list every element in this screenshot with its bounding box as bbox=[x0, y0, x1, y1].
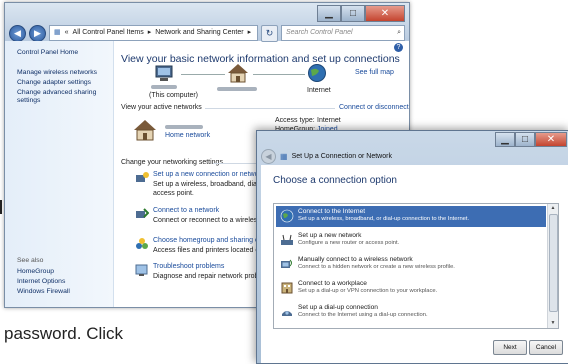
see-also-heading: See also bbox=[17, 257, 44, 264]
internet-label: Internet bbox=[307, 87, 331, 94]
left-pane: Control Panel Home Manage wireless netwo… bbox=[5, 41, 114, 307]
homegroup-link[interactable]: HomeGroup bbox=[17, 268, 54, 276]
option-title: Connect to the Internet bbox=[298, 208, 366, 215]
option-dialup[interactable]: Set up a dial-up connection Connect to th… bbox=[276, 302, 546, 323]
internet-options-link[interactable]: Internet Options bbox=[17, 278, 65, 286]
homegroup-sharing-icon bbox=[136, 238, 148, 249]
connection-options-list: Connect to the Internet Set up a wireless… bbox=[273, 203, 559, 329]
option-desc: Configure a new router or access point. bbox=[298, 240, 400, 246]
dialog-network-icon: ▦ bbox=[280, 151, 288, 161]
back-arrow-icon[interactable]: ◀ bbox=[9, 24, 26, 42]
scroll-thumb[interactable] bbox=[549, 214, 558, 312]
network-folder-icon: ▦ bbox=[54, 29, 61, 36]
troubleshoot-icon bbox=[135, 264, 148, 276]
address-bar[interactable]: ▦ « All Control Panel Items ▸ Network an… bbox=[49, 25, 258, 41]
access-type-value: Internet bbox=[317, 117, 341, 124]
search-input[interactable]: Search Control Panel ⌕ bbox=[281, 25, 405, 41]
maximize-button[interactable]: □ bbox=[341, 5, 365, 22]
dialog-maximize-button[interactable]: □ bbox=[515, 132, 535, 147]
window-frame: ▁ □ ✕ ◀ ▶ ▦ « All Control Panel Items ▸ … bbox=[5, 3, 409, 42]
new-connection-icon bbox=[136, 172, 149, 182]
setup-connection-dialog: ▁ □ ✕ ◀ ▦ Set Up a Connection or Network… bbox=[256, 130, 568, 364]
windows-firewall-link[interactable]: Windows Firewall bbox=[17, 288, 70, 296]
access-type-label: Access type: bbox=[275, 117, 315, 124]
see-full-map-link[interactable]: See full map bbox=[355, 69, 394, 77]
connect-disconnect-link[interactable]: Connect or disconnect bbox=[339, 104, 409, 112]
control-panel-home-link[interactable]: Control Panel Home bbox=[17, 49, 78, 57]
network-house-icon bbox=[228, 64, 248, 83]
page-text-line: password. Click bbox=[4, 324, 124, 343]
option-title: Connect to a workplace bbox=[298, 280, 367, 287]
change-advanced-sharing-link-2[interactable]: settings bbox=[17, 97, 40, 105]
search-icon: ⌕ bbox=[397, 29, 401, 36]
wireless-computer-icon bbox=[281, 259, 292, 268]
option-connect-internet[interactable]: Connect to the Internet Set up a wireless… bbox=[276, 206, 546, 227]
scroll-down-arrow-icon[interactable]: ▼ bbox=[548, 319, 558, 328]
manage-wireless-link[interactable]: Manage wireless networks bbox=[17, 69, 97, 77]
active-network-name-redacted bbox=[165, 125, 203, 129]
breadcrumb-network-center[interactable]: Network and Sharing Center bbox=[155, 26, 243, 40]
page-edge-mark bbox=[0, 200, 2, 214]
option-title: Set up a new network bbox=[298, 232, 362, 239]
computer-icon bbox=[155, 65, 173, 81]
change-adapter-link[interactable]: Change adapter settings bbox=[17, 79, 91, 87]
change-settings-title: Change your networking settings bbox=[121, 159, 223, 166]
dialog-close-button[interactable]: ✕ bbox=[535, 132, 567, 147]
option-desc: Connect to the Internet using a dial-up … bbox=[298, 312, 428, 318]
setup-connection-desc-2: access point. bbox=[153, 190, 194, 197]
router-icon bbox=[281, 234, 293, 245]
close-button[interactable]: ✕ bbox=[365, 5, 405, 22]
option-workplace[interactable]: Connect to a workplace Set up a dial-up o… bbox=[276, 278, 546, 299]
breadcrumb-control-panel[interactable]: All Control Panel Items bbox=[73, 26, 144, 40]
connect-network-icon bbox=[136, 208, 149, 218]
home-network-link[interactable]: Home network bbox=[165, 132, 210, 140]
connect-network-link[interactable]: Connect to a network bbox=[153, 207, 219, 215]
workplace-icon bbox=[281, 282, 293, 294]
minimize-button[interactable]: ▁ bbox=[317, 5, 341, 22]
active-networks-title: View your active networks bbox=[121, 104, 202, 111]
dialog-heading: Choose a connection option bbox=[273, 175, 397, 186]
network-name-redacted bbox=[217, 87, 257, 91]
troubleshoot-link[interactable]: Troubleshoot problems bbox=[153, 263, 224, 271]
internet-globe-icon bbox=[280, 209, 294, 223]
setup-connection-link[interactable]: Set up a new connection or network bbox=[153, 171, 264, 179]
computer-name-redacted bbox=[151, 85, 177, 89]
breadcrumb-separator[interactable]: ▸ bbox=[148, 26, 152, 40]
forward-arrow-icon[interactable]: ▶ bbox=[29, 24, 46, 42]
refresh-icon[interactable]: ↻ bbox=[261, 24, 278, 42]
globe-icon bbox=[308, 64, 326, 82]
next-button[interactable]: Next bbox=[493, 340, 527, 355]
option-desc: Set up a dial-up or VPN connection to yo… bbox=[298, 288, 438, 294]
this-computer-label: (This computer) bbox=[149, 92, 199, 99]
option-manual-wireless[interactable]: Manually connect to a wireless network Co… bbox=[276, 254, 546, 275]
option-title: Manually connect to a wireless network bbox=[298, 256, 413, 263]
dialog-minimize-button[interactable]: ▁ bbox=[495, 132, 515, 147]
options-scrollbar[interactable]: ▲ ▼ bbox=[547, 204, 558, 328]
home-network-icon bbox=[134, 120, 156, 141]
option-desc: Connect to a hidden network or create a … bbox=[298, 264, 455, 270]
dialog-title: Set Up a Connection or Network bbox=[291, 152, 392, 160]
help-icon[interactable]: ? bbox=[394, 43, 403, 52]
cancel-button[interactable]: Cancel bbox=[529, 340, 563, 355]
scroll-up-arrow-icon[interactable]: ▲ bbox=[548, 204, 558, 213]
dialup-phone-icon bbox=[282, 311, 292, 316]
option-new-network[interactable]: Set up a new network Configure a new rout… bbox=[276, 230, 546, 251]
dialog-back-icon[interactable]: ◀ bbox=[261, 148, 276, 164]
breadcrumb-separator[interactable]: ▸ bbox=[248, 26, 252, 40]
option-desc: Set up a wireless, broadband, or dial-up… bbox=[298, 216, 470, 222]
breadcrumb-overflow[interactable]: « bbox=[65, 26, 69, 40]
change-advanced-sharing-link[interactable]: Change advanced sharing bbox=[17, 89, 96, 97]
page-title: View your basic network information and … bbox=[121, 53, 400, 65]
option-title: Set up a dial-up connection bbox=[298, 304, 378, 311]
